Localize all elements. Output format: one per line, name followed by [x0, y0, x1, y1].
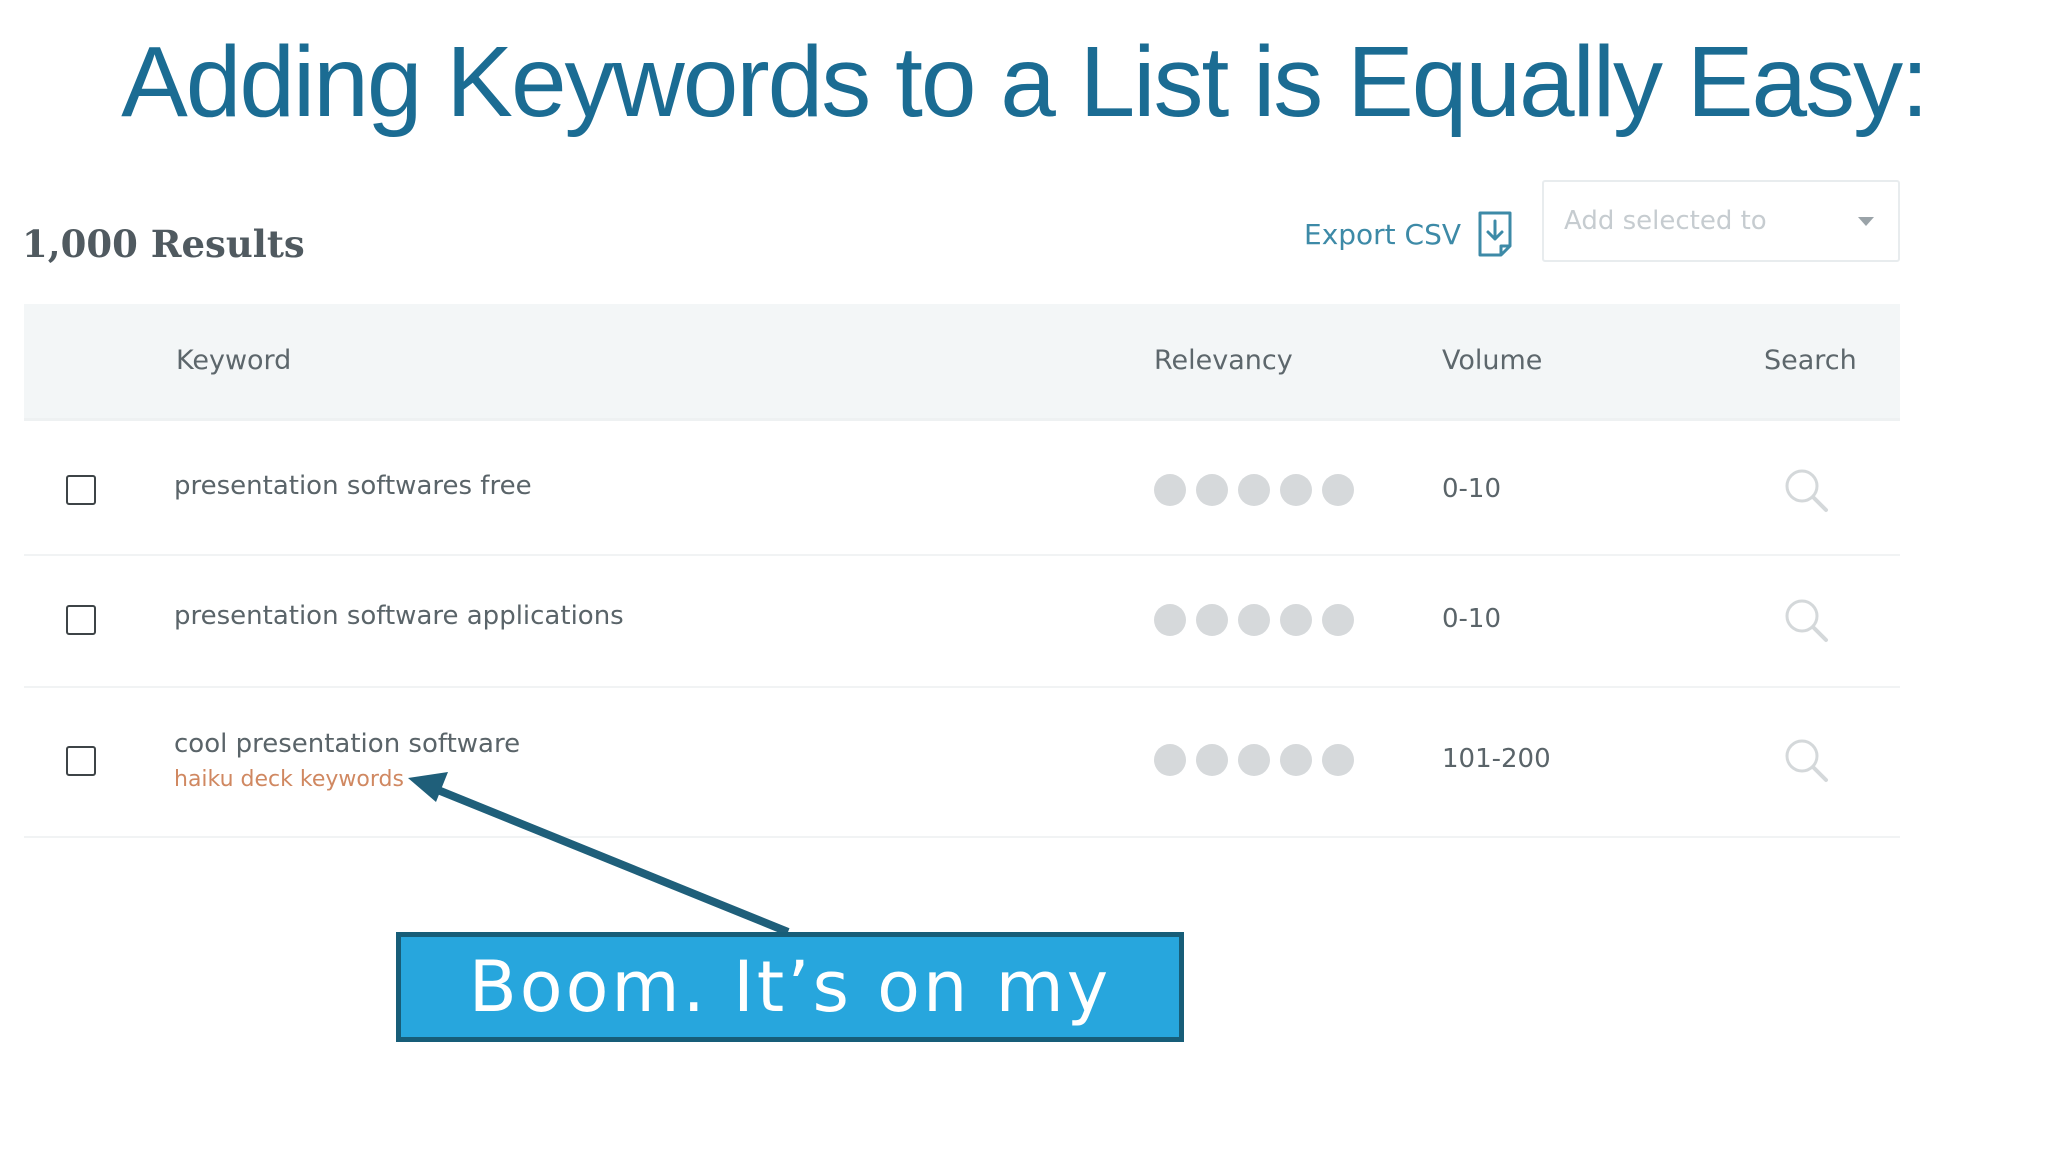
row-checkbox[interactable]: [66, 605, 96, 635]
column-header-volume[interactable]: Volume: [1442, 304, 1542, 418]
volume-value: 101-200: [1442, 744, 1551, 774]
relevancy-dot: [1238, 744, 1270, 776]
relevancy-dot: [1196, 604, 1228, 636]
slide-title: Adding Keywords to a List is Equally Eas…: [121, 26, 1929, 138]
search-icon[interactable]: [1782, 466, 1830, 514]
relevancy-dot: [1238, 474, 1270, 506]
relevancy-dot: [1280, 744, 1312, 776]
relevancy-dot: [1238, 604, 1270, 636]
keyword-text: presentation software applications: [174, 601, 624, 631]
relevancy-dots: [1154, 604, 1354, 636]
relevancy-dots: [1154, 744, 1354, 776]
table-row: presentation software applications 0-10: [24, 556, 1900, 688]
relevancy-dot: [1154, 604, 1186, 636]
callout-text: Boom. It’s on my: [468, 946, 1112, 1028]
column-header-search: Search: [1764, 345, 1857, 376]
add-selected-placeholder: Add selected to: [1564, 206, 1767, 236]
keyword-text: cool presentation software: [174, 729, 521, 759]
callout-box: Boom. It’s on my: [396, 932, 1184, 1042]
keyword-list-tag[interactable]: haiku deck keywords: [174, 767, 404, 792]
relevancy-dot: [1322, 744, 1354, 776]
download-file-icon: [1478, 211, 1512, 257]
export-csv-label: Export CSV: [1304, 217, 1462, 251]
results-count: 1,000 Results: [22, 222, 305, 266]
relevancy-dot: [1280, 604, 1312, 636]
volume-value: 0-10: [1442, 474, 1502, 504]
table-row: cool presentation software haiku deck ke…: [24, 688, 1900, 838]
caret-down-icon: [1858, 216, 1874, 226]
volume-value: 0-10: [1442, 604, 1502, 634]
relevancy-dots: [1154, 474, 1354, 506]
search-icon[interactable]: [1782, 736, 1830, 784]
relevancy-dot: [1322, 604, 1354, 636]
relevancy-dot: [1154, 744, 1186, 776]
keyword-text: presentation softwares free: [174, 471, 532, 501]
relevancy-dot: [1196, 474, 1228, 506]
row-checkbox[interactable]: [66, 746, 96, 776]
table-header: Keyword Relevancy Volume Search: [24, 304, 1900, 421]
column-header-relevancy[interactable]: Relevancy: [1154, 304, 1293, 418]
table-row: presentation softwares free 0-10: [24, 422, 1900, 556]
relevancy-dot: [1154, 474, 1186, 506]
add-selected-to-dropdown[interactable]: Add selected to: [1542, 180, 1900, 262]
column-header-keyword[interactable]: Keyword: [176, 304, 291, 418]
relevancy-dot: [1280, 474, 1312, 506]
search-icon[interactable]: [1782, 596, 1830, 644]
relevancy-dot: [1196, 744, 1228, 776]
export-csv-button[interactable]: Export CSV: [1304, 204, 1513, 264]
relevancy-dot: [1322, 474, 1354, 506]
row-checkbox[interactable]: [66, 475, 96, 505]
